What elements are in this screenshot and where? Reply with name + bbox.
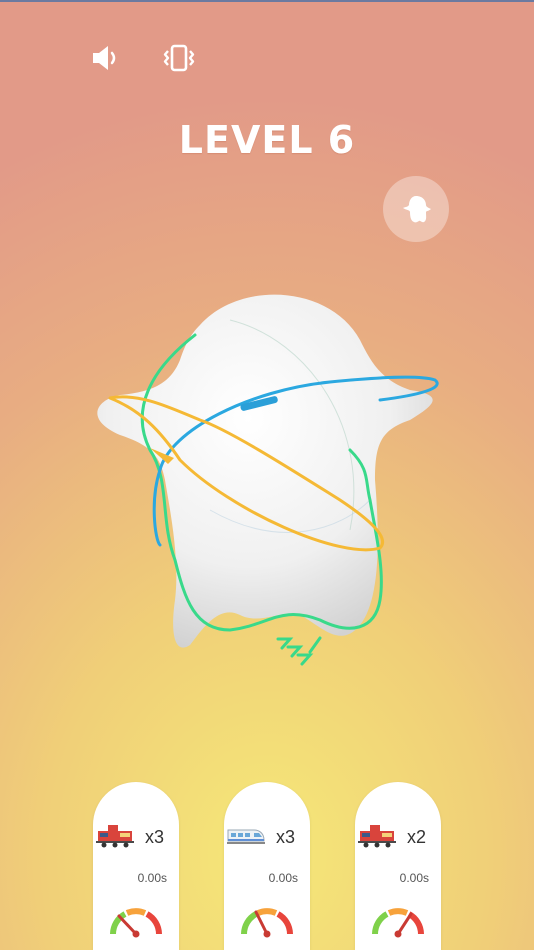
train-time: 0.00s [399,871,429,885]
train-time: 0.00s [268,871,298,885]
vibrate-icon [163,44,195,72]
train-time: 0.00s [137,871,167,885]
speaker-icon [93,46,116,70]
white-bullet-train-icon [227,829,265,844]
train-card[interactable]: x3 0.00s [93,782,179,950]
top-edge-line [0,0,534,2]
train-card[interactable]: x3 0.00s [224,782,310,950]
train-count: x3 [145,827,165,847]
green-direction-arrows [276,636,322,666]
speed-gauge-icon [241,908,293,938]
shape-select-button[interactable] [383,176,449,242]
sound-toggle-button[interactable] [83,36,127,80]
ghost-body [97,294,433,648]
ghost-track-scene[interactable] [80,280,460,690]
level-title: LEVEL 6 [178,118,356,162]
train-count: x2 [407,827,427,847]
red-locomotive-icon [358,825,396,848]
speed-gauge-icon [372,908,424,938]
train-count: x3 [276,827,296,847]
train-card[interactable]: x2 0.00s [355,782,441,950]
speed-gauge-icon [110,908,162,938]
red-locomotive-icon [96,825,134,848]
vibration-toggle-button[interactable] [157,36,201,80]
ghost-shape-icon [403,196,431,223]
